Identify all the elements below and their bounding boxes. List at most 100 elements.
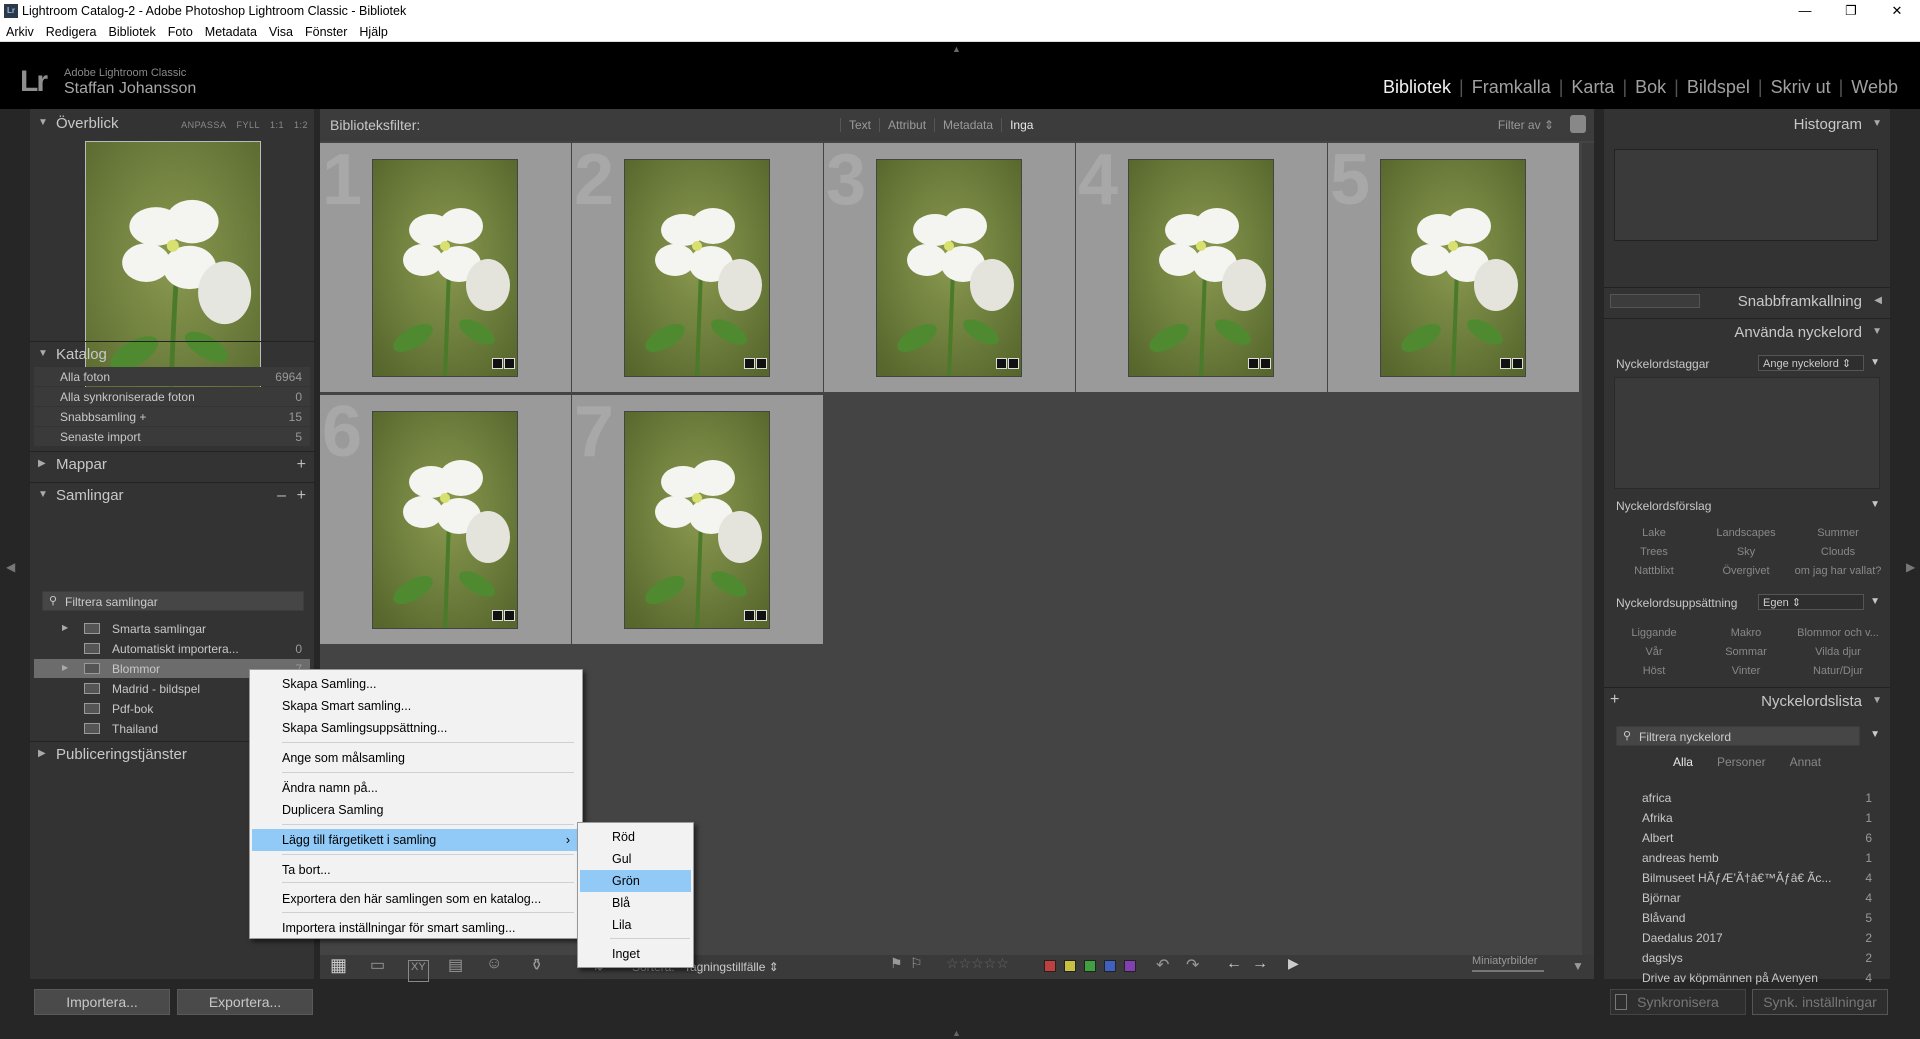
rotate-left-icon[interactable]: ↶ xyxy=(1156,955,1169,977)
close-button[interactable]: ✕ xyxy=(1874,0,1920,22)
zoom-fyll[interactable]: FYLL xyxy=(236,120,260,130)
import-button[interactable]: Importera... xyxy=(34,989,170,1015)
tab-annat[interactable]: Annat xyxy=(1790,755,1821,769)
keyword-tags-textarea[interactable] xyxy=(1614,377,1880,489)
keyword-chip[interactable]: Summer xyxy=(1792,527,1884,539)
keyword-chip[interactable]: Nattblixt xyxy=(1608,565,1700,577)
menu-arkiv[interactable]: Arkiv xyxy=(0,22,40,39)
color-label-option[interactable]: Grön xyxy=(580,870,691,892)
keyword-chip[interactable]: Vår xyxy=(1608,646,1700,658)
grid-view-icon[interactable]: ▦ xyxy=(330,955,347,977)
module-karta[interactable]: Karta xyxy=(1563,77,1622,97)
filter-none[interactable]: Inga xyxy=(1001,118,1042,132)
sort-select[interactable]: Tagningstillfälle ⇕ xyxy=(684,960,779,982)
catalog-item[interactable]: Snabbsamling +15 xyxy=(34,407,310,426)
quick-develop-preset-select[interactable] xyxy=(1610,294,1700,308)
catalog-item[interactable]: Senaste import 5 xyxy=(34,427,310,446)
keyword-chip[interactable]: Vilda djur xyxy=(1792,646,1884,658)
collection-item[interactable]: ▶ Smarta samlingar xyxy=(34,619,310,638)
thumbnail-cell[interactable]: 2 xyxy=(572,140,824,393)
keyword-list-item[interactable]: Drive av köpmännen på Avenyen 4 xyxy=(1612,968,1882,988)
keyword-list-item[interactable]: Daedalus 2017 2 xyxy=(1612,928,1882,948)
keyword-chip[interactable]: Vinter xyxy=(1700,665,1792,677)
menu-hjalp[interactable]: Hjälp xyxy=(353,22,394,39)
keyword-chip[interactable]: Liggande xyxy=(1608,627,1700,639)
color-label-red[interactable] xyxy=(1044,960,1056,972)
color-label-purple[interactable] xyxy=(1124,960,1136,972)
keyword-list-item[interactable]: andreas hemb 1 xyxy=(1612,848,1882,868)
quick-develop-header[interactable]: Snabbframkallning ◀ xyxy=(1604,287,1890,315)
module-bok[interactable]: Bok xyxy=(1627,77,1674,97)
keyword-chip[interactable]: om jag har vallat? xyxy=(1792,565,1884,577)
chevron-down-icon[interactable]: ▼ xyxy=(1870,729,1880,740)
color-label-option[interactable]: Gul xyxy=(580,848,691,870)
left-panel-arrow-icon[interactable]: ◀ xyxy=(6,560,15,574)
next-arrow-icon[interactable]: → xyxy=(1252,955,1268,977)
navigator-header[interactable]: ▼ Överblick ANPASSA FYLL 1:1 1:2 xyxy=(30,111,314,137)
collections-filter-input[interactable]: ⚲ Filtrera samlingar xyxy=(42,591,304,611)
tab-alla[interactable]: Alla xyxy=(1673,755,1693,769)
keyword-list-header[interactable]: + Nyckelordslista ▼ xyxy=(1604,687,1890,715)
catalog-item[interactable]: Alla synkroniserade foton 0 xyxy=(34,387,310,406)
keyword-filter-input[interactable]: ⚲ Filtrera nyckelord xyxy=(1616,726,1860,746)
module-skriv-ut[interactable]: Skriv ut xyxy=(1763,77,1839,97)
menu-visa[interactable]: Visa xyxy=(263,22,299,39)
sync-settings-button[interactable]: Synk. inställningar xyxy=(1752,989,1888,1015)
sync-button[interactable]: Synkronisera xyxy=(1610,989,1746,1015)
add-folder-button[interactable]: + xyxy=(297,456,306,474)
keyword-list-item[interactable]: Björnar 4 xyxy=(1612,888,1882,908)
keyword-chip[interactable]: Lake xyxy=(1608,527,1700,539)
add-collection-button[interactable]: + xyxy=(297,487,306,505)
export-button[interactable]: Exportera... xyxy=(177,989,313,1015)
context-menu-item[interactable]: Duplicera Samling xyxy=(252,799,580,821)
keyword-list-item[interactable]: Blåvand 5 xyxy=(1612,908,1882,928)
sync-toggle-icon[interactable] xyxy=(1615,994,1627,1010)
thumbnail-cell[interactable]: 4 xyxy=(1076,140,1328,393)
menu-item-add-color-label[interactable]: Lägg till färgetikett i samling › xyxy=(252,829,580,851)
context-menu-item[interactable]: Ta bort... xyxy=(252,859,580,881)
flag-icon[interactable]: ⚑ xyxy=(890,955,903,977)
context-menu-item[interactable]: Ange som målsamling xyxy=(252,747,580,769)
thumbnail-size-slider[interactable] xyxy=(1472,970,1544,972)
catalog-header[interactable]: ▼ Katalog xyxy=(30,341,314,367)
context-menu-item[interactable]: Ändra namn på... xyxy=(252,777,580,799)
module-framkalla[interactable]: Framkalla xyxy=(1464,77,1559,97)
top-panel-arrow-icon[interactable]: ▲ xyxy=(952,44,961,54)
context-menu-item[interactable]: Skapa Samling... xyxy=(252,673,580,695)
minimize-button[interactable]: — xyxy=(1782,0,1828,22)
rating-stars[interactable]: ☆☆☆☆☆ xyxy=(946,955,1009,977)
collection-item[interactable]: Automatiskt importera... 0 xyxy=(34,639,310,658)
add-keyword-button[interactable]: + xyxy=(1610,691,1619,709)
toolbar-menu-chevron-icon[interactable]: ▼ xyxy=(1572,959,1584,981)
color-label-option[interactable]: Röd xyxy=(580,826,691,848)
color-label-green[interactable] xyxy=(1084,960,1096,972)
thumbnail-cell[interactable]: 6 xyxy=(320,392,572,645)
context-menu-item[interactable]: Skapa Smart samling... xyxy=(252,695,580,717)
keyword-chip[interactable]: Sommar xyxy=(1700,646,1792,658)
thumbnail-cell[interactable]: 5 xyxy=(1328,140,1580,393)
filter-attribute[interactable]: Attribut xyxy=(879,118,935,132)
painter-icon[interactable]: ⚱ xyxy=(530,955,543,977)
keyword-list-item[interactable]: Albert 6 xyxy=(1612,828,1882,848)
keyword-chip[interactable]: Natur/Djur xyxy=(1792,665,1884,677)
menu-redigera[interactable]: Redigera xyxy=(40,22,103,39)
grid-scrollbar[interactable] xyxy=(1582,143,1594,955)
filter-metadata[interactable]: Metadata xyxy=(934,118,1002,132)
thumbnail-cell[interactable]: 7 xyxy=(572,392,824,645)
menu-bibliotek[interactable]: Bibliotek xyxy=(103,22,162,39)
filter-text[interactable]: Text xyxy=(840,118,880,132)
color-label-option[interactable]: Inget xyxy=(580,943,691,965)
color-label-option[interactable]: Blå xyxy=(580,892,691,914)
module-webb[interactable]: Webb xyxy=(1843,77,1906,97)
remove-collection-button[interactable]: – xyxy=(277,487,286,505)
keyword-set-select[interactable]: Egen ⇕ xyxy=(1758,594,1864,610)
keyword-chip[interactable]: Landscapes xyxy=(1700,527,1792,539)
color-label-yellow[interactable] xyxy=(1064,960,1076,972)
chevron-down-icon[interactable]: ▼ xyxy=(1870,499,1880,510)
compare-view-icon[interactable]: XY xyxy=(408,960,429,982)
module-bildspel[interactable]: Bildspel xyxy=(1679,77,1758,97)
thumbnail-cell[interactable]: 1 xyxy=(320,140,572,393)
keyword-tags-select[interactable]: Ange nyckelord ⇕ xyxy=(1758,355,1864,371)
survey-view-icon[interactable]: ▤ xyxy=(448,955,463,977)
catalog-item[interactable]: Alla foton 6964 xyxy=(34,367,310,386)
